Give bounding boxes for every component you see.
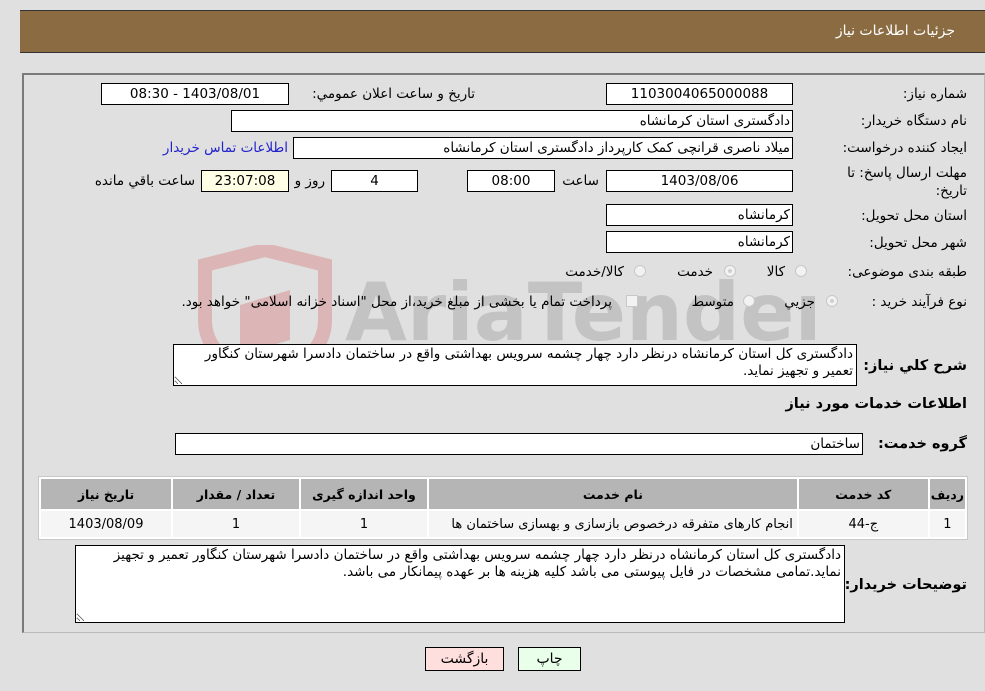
deadline-label-line2: تاريخ: [935,183,967,199]
treasury-checkbox[interactable] [626,295,638,307]
category-radio-goods[interactable] [795,265,807,277]
back-button[interactable]: بازگشت [425,647,504,671]
page-title: جزئیات اطلاعات نیاز [835,23,955,39]
page-header: جزئیات اطلاعات نیاز [20,10,985,53]
general-description-textarea[interactable]: دادگستری کل استان کرمانشاه درنظر دارد چه… [173,344,857,386]
purchase-type-label: نوع فرآيند خريد : [871,294,967,310]
purchase-type-option-medium: متوسط [691,294,734,310]
services-section-title: اطلاعات خدمات مورد نياز [785,396,967,412]
general-description-label: شرح کلي نياز: [863,358,967,374]
print-button[interactable]: چاپ [518,647,581,671]
col-unit: واحد اندازه گیری [300,479,427,509]
buyer-org-label: نام دستگاه خريدار: [860,113,967,129]
service-group-label: گروه خدمت: [877,436,967,452]
services-table-header-row: رديف کد خدمت نام خدمت واحد اندازه گیری ت… [41,479,965,509]
purchase-type-option-minor: جزيي [784,294,815,310]
need-number-field: 1103004065000088 [606,83,793,105]
col-quantity: تعداد / مقدار [173,479,299,509]
col-service-name: نام خدمت [428,479,797,509]
need-number-label: شماره نیاز: [902,86,967,102]
delivery-city-label: شهر محل تحویل: [869,235,967,251]
time-remaining-label: ساعت باقي مانده [94,173,195,189]
deadline-time-label: ساعت [562,173,599,189]
days-remaining-field: 4 [331,170,418,192]
cell-need-date: 1403/08/09 [41,511,171,537]
category-radio-goods-service[interactable] [634,265,646,277]
buyer-notes-label: توضيحات خريدار: [844,577,967,593]
cell-quantity: 1 [173,511,299,537]
service-group-field: ساختمان [175,433,863,455]
cell-row-number: 1 [929,511,965,537]
buyer-notes-textarea[interactable]: دادگستری کل استان کرمانشاه درنظر دارد چه… [75,545,845,623]
requester-field: میلاد ناصری قرانچی کمک کارپرداز دادگستری… [293,137,793,159]
announce-datetime-label: تاریخ و ساعت اعلان عمومي: [312,86,475,102]
category-option-service: خدمت [677,264,713,280]
requester-label: ايجاد کننده درخواست: [842,140,967,156]
time-remaining-field: 23:07:08 [201,170,289,192]
col-row-number: رديف [929,479,965,509]
category-option-goods: کالا [766,264,785,280]
buyer-contact-link[interactable]: اطلاعات تماس خريدار [163,140,288,156]
col-service-code: کد خدمت [798,479,928,509]
category-option-goods-service: کالا/خدمت [565,264,624,280]
buyer-org-field: دادگستری استان کرمانشاه [231,110,793,132]
delivery-province-label: استان محل تحویل: [861,208,967,224]
days-label: روز و [294,173,325,189]
announce-datetime-field: 1403/08/01 - 08:30 [101,83,289,105]
category-radio-service[interactable] [724,265,736,277]
cell-service-name: انجام کارهای متفرقه درخصوص بازسازی و بهس… [428,511,797,537]
delivery-province-field: کرمانشاه [606,204,793,226]
col-need-date: تاريخ نياز [41,479,171,509]
purchase-type-radio-minor[interactable] [826,295,838,307]
deadline-date-field: 1403/08/06 [606,170,793,192]
table-row: 1 ج-44 انجام کارهای متفرقه درخصوص بازساز… [41,511,965,537]
delivery-city-field: کرمانشاه [606,231,793,253]
cell-service-code: ج-44 [798,511,928,537]
services-table: رديف کد خدمت نام خدمت واحد اندازه گیری ت… [38,476,968,540]
cell-unit: 1 [300,511,427,537]
deadline-label-line1: مهلت ارسال پاسخ: تا [847,165,967,181]
purchase-type-radio-medium[interactable] [743,295,755,307]
category-label: طبقه بندی موضوعی: [847,264,967,280]
treasury-note: پرداخت تمام يا بخشی از مبلغ خريد،از محل … [181,294,612,310]
deadline-time-field: 08:00 [467,170,555,192]
